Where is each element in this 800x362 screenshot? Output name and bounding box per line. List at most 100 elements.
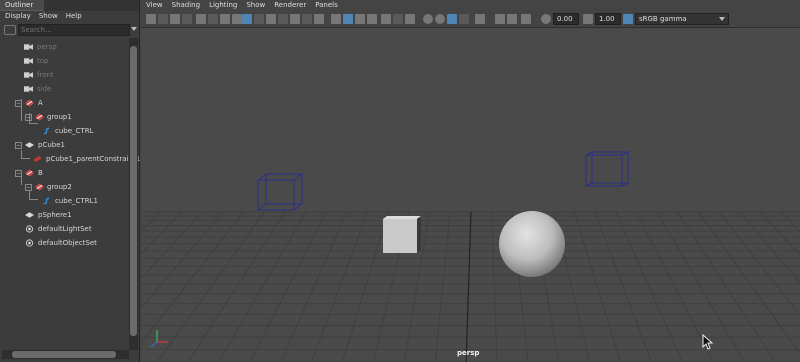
camera-attributes-icon[interactable]: [158, 14, 168, 24]
chevron-down-icon: [719, 17, 725, 21]
hud-icon[interactable]: [521, 14, 531, 24]
wireframe-on-shaded-icon[interactable]: [355, 14, 365, 24]
scroll-thumb[interactable]: [130, 46, 137, 336]
safe-title-icon[interactable]: [278, 14, 288, 24]
gate-mask-icon[interactable]: [302, 14, 312, 24]
viewport-panel: View Shading Lighting Show Renderer Pane…: [141, 0, 800, 362]
textured-icon[interactable]: [367, 14, 377, 24]
menu-lighting[interactable]: Lighting: [209, 1, 237, 11]
outliner-item-cube-ctrl[interactable]: cube_CTRL: [0, 125, 128, 138]
scroll-thumb[interactable]: [12, 351, 116, 358]
set-icon: [25, 225, 34, 233]
smooth-shade-icon[interactable]: [343, 14, 353, 24]
outliner-horizontal-scrollbar[interactable]: [2, 350, 129, 359]
outliner-tab-strip: [44, 0, 139, 11]
field-chart-icon[interactable]: [290, 14, 300, 24]
anti-aliasing-icon[interactable]: [447, 14, 457, 24]
psphere1-mesh[interactable]: [499, 211, 565, 277]
3d-scene[interactable]: [141, 29, 800, 362]
grid-toggle-icon[interactable]: [242, 14, 252, 24]
item-label: defaultObjectSet: [38, 239, 97, 247]
shadows-icon[interactable]: [393, 14, 403, 24]
mouse-cursor-icon: [702, 334, 714, 350]
color-management-icon[interactable]: [623, 14, 633, 24]
motion-blur-icon[interactable]: [435, 14, 445, 24]
gamma-field[interactable]: 1.00: [595, 13, 621, 25]
film-gate-toggle-icon[interactable]: [254, 14, 264, 24]
menu-renderer[interactable]: Renderer: [274, 1, 306, 11]
menu-view[interactable]: View: [146, 1, 163, 11]
use-lights-icon[interactable]: [381, 14, 391, 24]
set-icon: [25, 239, 34, 247]
item-label: B: [38, 169, 43, 177]
outliner-item-group1[interactable]: − group1: [0, 111, 128, 124]
ambient-occlusion-icon[interactable]: [423, 14, 433, 24]
collapse-toggle[interactable]: −: [15, 100, 22, 107]
menu-shading[interactable]: Shading: [172, 1, 200, 11]
outliner-item-parent-constraint[interactable]: pCube1_parentConstraint1: [0, 153, 140, 166]
gamma-icon[interactable]: [583, 14, 593, 24]
viewport-toolbar: 0.00 1.00 sRGB gamma: [141, 11, 800, 28]
outliner-item-side[interactable]: side: [0, 83, 128, 96]
outliner-item-front[interactable]: front: [0, 69, 128, 82]
menu-panels[interactable]: Panels: [315, 1, 338, 11]
lock-camera-icon[interactable]: [196, 14, 206, 24]
resolution-gate-icon[interactable]: [220, 14, 230, 24]
outliner-item-group2[interactable]: − group2: [0, 181, 128, 194]
outliner-item-cube-ctrl1[interactable]: cube_CTRL1: [0, 195, 128, 208]
depth-of-field-icon[interactable]: [459, 14, 469, 24]
color-space-value: sRGB gamma: [639, 15, 687, 23]
menu-show[interactable]: Show: [246, 1, 265, 11]
menu-help[interactable]: Help: [66, 12, 82, 23]
pcube1-mesh[interactable]: [383, 216, 421, 253]
transform-icon: [35, 183, 44, 191]
wireframe-icon[interactable]: [331, 14, 341, 24]
isolate-select-icon[interactable]: [232, 14, 242, 24]
camera-icon: [24, 72, 33, 78]
xray-active-icon[interactable]: [507, 14, 517, 24]
pan-zoom-icon[interactable]: [314, 14, 324, 24]
select-camera-icon[interactable]: [146, 14, 156, 24]
search-filter-icon[interactable]: [4, 25, 16, 35]
exposure-field[interactable]: 0.00: [553, 13, 579, 25]
outliner-tab[interactable]: Outliner: [0, 0, 44, 11]
isolate-icon[interactable]: [475, 14, 485, 24]
constraint-icon: [34, 156, 41, 162]
viewport-menubar: View Shading Lighting Show Renderer Pane…: [141, 0, 800, 11]
transform-icon: [25, 169, 34, 177]
item-label: group2: [47, 183, 72, 191]
search-input[interactable]: [18, 24, 130, 36]
item-label: persp: [37, 43, 57, 51]
bookmark-icon[interactable]: [170, 14, 180, 24]
camera-icon: [24, 58, 33, 64]
color-space-select[interactable]: sRGB gamma: [635, 13, 729, 25]
outliner-item-pcube1[interactable]: − pCube1: [0, 139, 128, 152]
safe-action-icon[interactable]: [266, 14, 276, 24]
menu-show[interactable]: Show: [39, 12, 58, 23]
outliner-item-top[interactable]: top: [0, 55, 128, 68]
mesh-icon: [25, 142, 34, 148]
outliner-item-persp[interactable]: persp: [0, 41, 128, 54]
outliner-item-default-light-set[interactable]: defaultLightSet: [0, 223, 128, 236]
item-label: defaultLightSet: [38, 225, 92, 233]
xray-icon[interactable]: [405, 14, 415, 24]
search-dropdown-icon[interactable]: [131, 27, 137, 31]
transform-icon: [25, 99, 34, 107]
item-label: pCube1_parentConstraint1: [46, 155, 141, 163]
collapse-toggle[interactable]: −: [15, 170, 22, 177]
xray-joints-icon[interactable]: [495, 14, 505, 24]
image-plane-icon[interactable]: [182, 14, 192, 24]
collapse-toggle[interactable]: −: [25, 184, 32, 191]
outliner-item-psphere1[interactable]: pSphere1: [0, 209, 128, 222]
outliner-item-a[interactable]: − A: [0, 97, 128, 110]
item-label: pCube1: [38, 141, 65, 149]
menu-display[interactable]: Display: [5, 12, 31, 23]
collapse-toggle[interactable]: −: [15, 142, 22, 149]
outliner-item-default-object-set[interactable]: defaultObjectSet: [0, 237, 128, 250]
item-label: cube_CTRL1: [55, 197, 98, 205]
film-gate-icon[interactable]: [208, 14, 218, 24]
outliner-item-b[interactable]: − B: [0, 167, 128, 180]
collapse-toggle[interactable]: −: [25, 114, 32, 121]
exposure-icon[interactable]: [541, 14, 551, 24]
outliner-vertical-scrollbar[interactable]: [129, 38, 138, 350]
